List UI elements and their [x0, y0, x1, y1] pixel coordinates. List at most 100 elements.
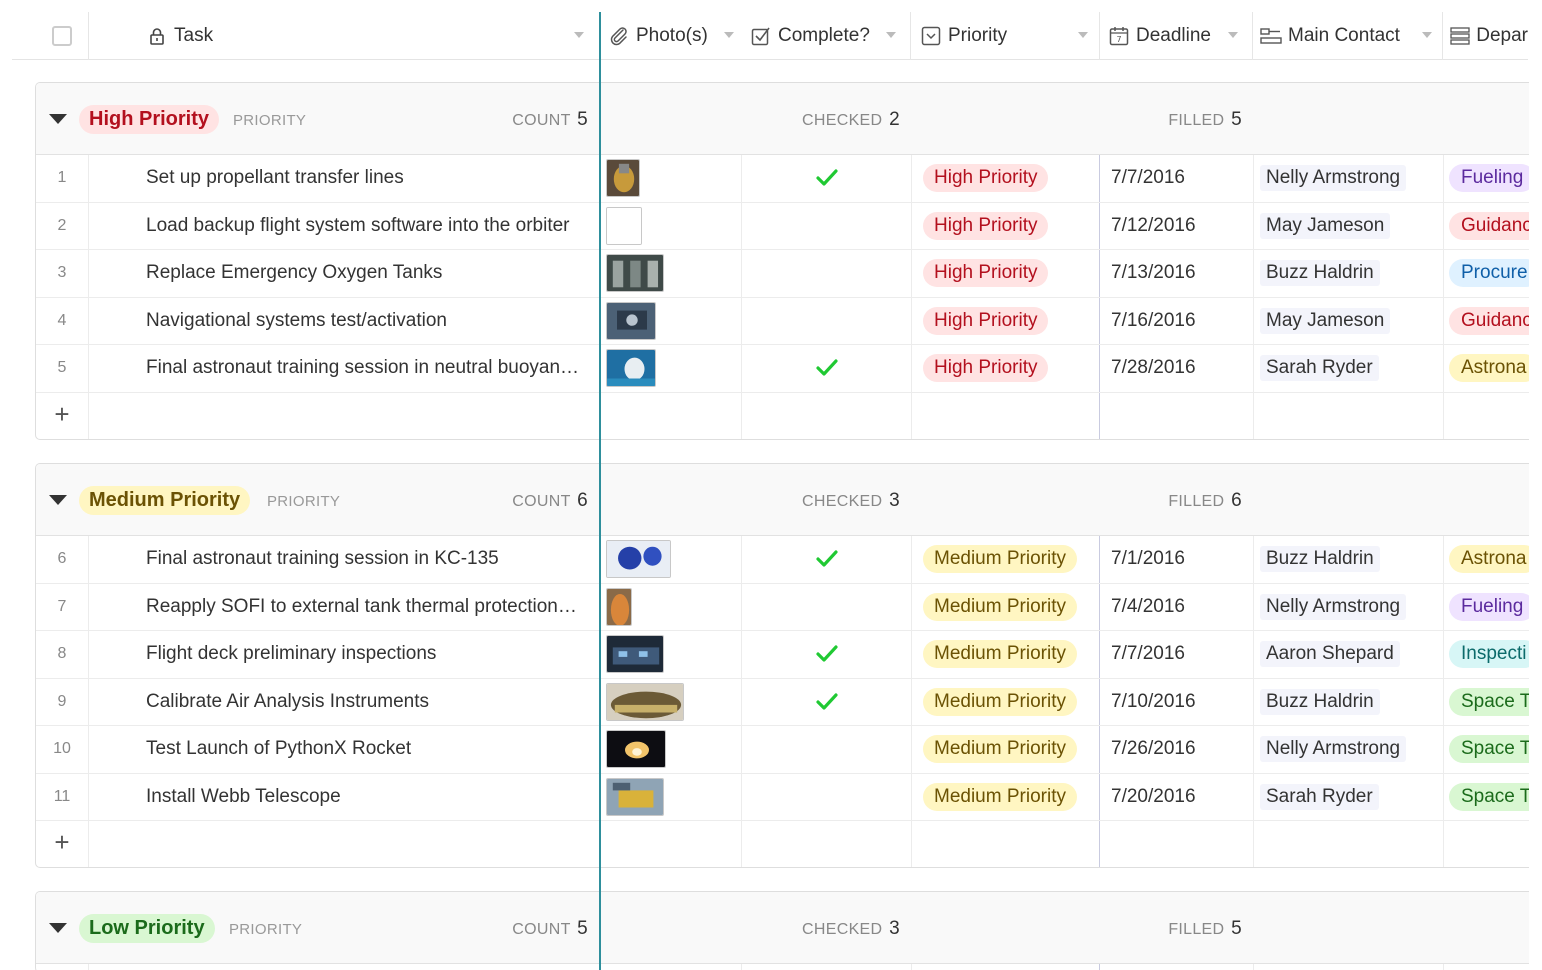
- task-cell[interactable]: Reapply SOFI to external tank thermal pr…: [146, 584, 591, 631]
- select-all-checkbox[interactable]: [52, 26, 72, 46]
- group-checked-summary[interactable]: CHECKED 3: [756, 918, 900, 940]
- photo-thumbnail[interactable]: [606, 730, 666, 768]
- photo-thumbnail[interactable]: [606, 540, 671, 578]
- group-header[interactable]: High Priority PRIORITY COUNT 5 CHECKED 2…: [36, 83, 1529, 155]
- task-cell[interactable]: Navigational systems test/activation: [146, 298, 591, 345]
- task-cell[interactable]: Flight deck preliminary inspections: [146, 631, 591, 678]
- deadline-cell[interactable]: 7/7/2016: [1111, 631, 1251, 678]
- chevron-down-icon[interactable]: [574, 32, 584, 38]
- chevron-down-icon[interactable]: [1228, 32, 1238, 38]
- priority-cell[interactable]: Medium Priority: [923, 679, 1098, 726]
- frozen-column-divider[interactable]: [599, 12, 601, 970]
- group-filled-summary[interactable]: FILLED 5: [1116, 918, 1242, 940]
- collapse-triangle-icon[interactable]: [49, 923, 67, 933]
- deadline-cell[interactable]: 7/1/2016: [1111, 536, 1251, 583]
- department-cell[interactable]: Astrona: [1449, 345, 1529, 392]
- checkmark-icon[interactable]: [816, 359, 838, 377]
- contact-link[interactable]: Sarah Ryder: [1260, 355, 1379, 382]
- chevron-down-icon[interactable]: [724, 32, 734, 38]
- deadline-cell[interactable]: 7/16/2016: [1111, 298, 1251, 345]
- task-cell[interactable]: Set up propellant transfer lines: [146, 155, 591, 202]
- priority-cell[interactable]: High Priority: [923, 250, 1098, 297]
- add-record-row[interactable]: +: [36, 393, 1529, 439]
- contact-link[interactable]: May Jameson: [1260, 307, 1391, 334]
- main-contact-cell[interactable]: Buzz Haldrin: [1260, 536, 1442, 583]
- table-row[interactable]: 9 Calibrate Air Analysis Instruments Med…: [36, 679, 1529, 726]
- main-contact-cell[interactable]: Sarah Ryder: [1260, 774, 1442, 821]
- department-cell[interactable]: Astrona: [1449, 536, 1529, 583]
- table-row[interactable]: 1 Set up propellant transfer lines High …: [36, 155, 1529, 203]
- group-filled-summary[interactable]: FILLED 6: [1116, 490, 1242, 512]
- photo-thumbnail[interactable]: [606, 777, 664, 816]
- deadline-cell[interactable]: 7/26/2016: [1111, 726, 1251, 773]
- complete-checkbox-empty[interactable]: [796, 203, 856, 250]
- complete-checkbox-empty[interactable]: [796, 298, 856, 345]
- department-cell[interactable]: Fueling: [1449, 584, 1529, 631]
- group-count-summary[interactable]: COUNT 6: [466, 490, 588, 512]
- priority-cell[interactable]: High Priority: [923, 345, 1098, 392]
- column-header-complete[interactable]: Complete?: [750, 12, 910, 60]
- deadline-cell[interactable]: 7/12/2016: [1111, 203, 1251, 250]
- table-row[interactable]: 3 Replace Emergency Oxygen Tanks High Pr…: [36, 250, 1529, 298]
- contact-link[interactable]: Aaron Shepard: [1260, 641, 1400, 668]
- complete-checkbox-empty[interactable]: [796, 774, 856, 821]
- chevron-down-icon[interactable]: [886, 32, 896, 38]
- priority-cell[interactable]: Medium Priority: [923, 631, 1098, 678]
- group-checked-summary[interactable]: CHECKED 3: [756, 490, 900, 512]
- priority-cell[interactable]: High Priority: [923, 155, 1098, 202]
- table-row[interactable]: 10 Test Launch of PythonX Rocket Medium …: [36, 726, 1529, 774]
- department-cell[interactable]: Inspecti: [1449, 631, 1529, 678]
- table-row[interactable]: 7 Reapply SOFI to external tank thermal …: [36, 584, 1529, 631]
- column-header-department[interactable]: Depar: [1450, 12, 1528, 60]
- priority-cell[interactable]: High Priority: [923, 298, 1098, 345]
- deadline-cell[interactable]: 7/13/2016: [1111, 250, 1251, 297]
- task-cell[interactable]: Install Webb Telescope: [146, 774, 591, 821]
- main-contact-cell[interactable]: May Jameson: [1260, 203, 1442, 250]
- table-row[interactable]: 4 Navigational systems test/activation H…: [36, 298, 1529, 345]
- priority-cell[interactable]: Medium Priority: [923, 584, 1098, 631]
- department-cell[interactable]: Guidanc: [1449, 203, 1529, 250]
- task-cell[interactable]: Replace Emergency Oxygen Tanks: [146, 250, 591, 297]
- contact-link[interactable]: Buzz Haldrin: [1260, 688, 1380, 715]
- main-contact-cell[interactable]: Aaron Shepard: [1260, 631, 1442, 678]
- contact-link[interactable]: Sarah Ryder: [1260, 783, 1379, 810]
- group-header[interactable]: Medium Priority PRIORITY COUNT 6 CHECKED…: [36, 464, 1529, 536]
- photo-thumbnail[interactable]: [606, 254, 664, 292]
- photo-thumbnail[interactable]: [606, 206, 642, 245]
- main-contact-cell[interactable]: Nelly Armstrong: [1260, 726, 1442, 773]
- table-row[interactable]: 11 Install Webb Telescope Medium Priorit…: [36, 774, 1529, 821]
- task-cell[interactable]: Test Launch of PythonX Rocket: [146, 726, 591, 773]
- table-row[interactable]: 8 Flight deck preliminary inspections Me…: [36, 631, 1529, 679]
- contact-link[interactable]: Nelly Armstrong: [1260, 736, 1407, 763]
- priority-cell[interactable]: High Priority: [923, 203, 1098, 250]
- photo-thumbnail[interactable]: [606, 682, 684, 721]
- department-cell[interactable]: Space T: [1449, 726, 1529, 773]
- group-count-summary[interactable]: COUNT 5: [466, 109, 588, 131]
- photo-thumbnail[interactable]: [606, 635, 664, 673]
- priority-cell[interactable]: Medium Priority: [923, 726, 1098, 773]
- contact-link[interactable]: May Jameson: [1260, 212, 1391, 239]
- checkmark-icon[interactable]: [816, 645, 838, 663]
- column-header-task[interactable]: Task: [146, 12, 598, 60]
- main-contact-cell[interactable]: May Jameson: [1260, 298, 1442, 345]
- group-header[interactable]: Low Priority PRIORITY COUNT 5 CHECKED 3 …: [36, 892, 1529, 964]
- column-header-photos[interactable]: Photo(s): [608, 12, 748, 60]
- department-cell[interactable]: Guidanc: [1449, 298, 1529, 345]
- department-cell[interactable]: Procure: [1449, 250, 1529, 297]
- deadline-cell[interactable]: 7/10/2016: [1111, 679, 1251, 726]
- task-cell[interactable]: Final astronaut training session in KC-1…: [146, 536, 591, 583]
- plus-icon[interactable]: +: [52, 829, 72, 855]
- column-header-priority[interactable]: Priority: [920, 12, 1100, 60]
- table-row[interactable]: 6 Final astronaut training session in KC…: [36, 536, 1529, 584]
- column-header-main-contact[interactable]: Main Contact: [1260, 12, 1440, 60]
- collapse-triangle-icon[interactable]: [49, 495, 67, 505]
- task-cell[interactable]: Load backup flight system software into …: [146, 203, 591, 250]
- contact-link[interactable]: Nelly Armstrong: [1260, 593, 1407, 620]
- photo-thumbnail[interactable]: [606, 349, 656, 387]
- department-cell[interactable]: Space T: [1449, 679, 1529, 726]
- main-contact-cell[interactable]: Buzz Haldrin: [1260, 250, 1442, 297]
- complete-checkbox-empty[interactable]: [796, 726, 856, 773]
- task-cell[interactable]: Calibrate Air Analysis Instruments: [146, 679, 591, 726]
- photo-thumbnail[interactable]: [606, 301, 656, 340]
- add-record-row[interactable]: +: [36, 821, 1529, 867]
